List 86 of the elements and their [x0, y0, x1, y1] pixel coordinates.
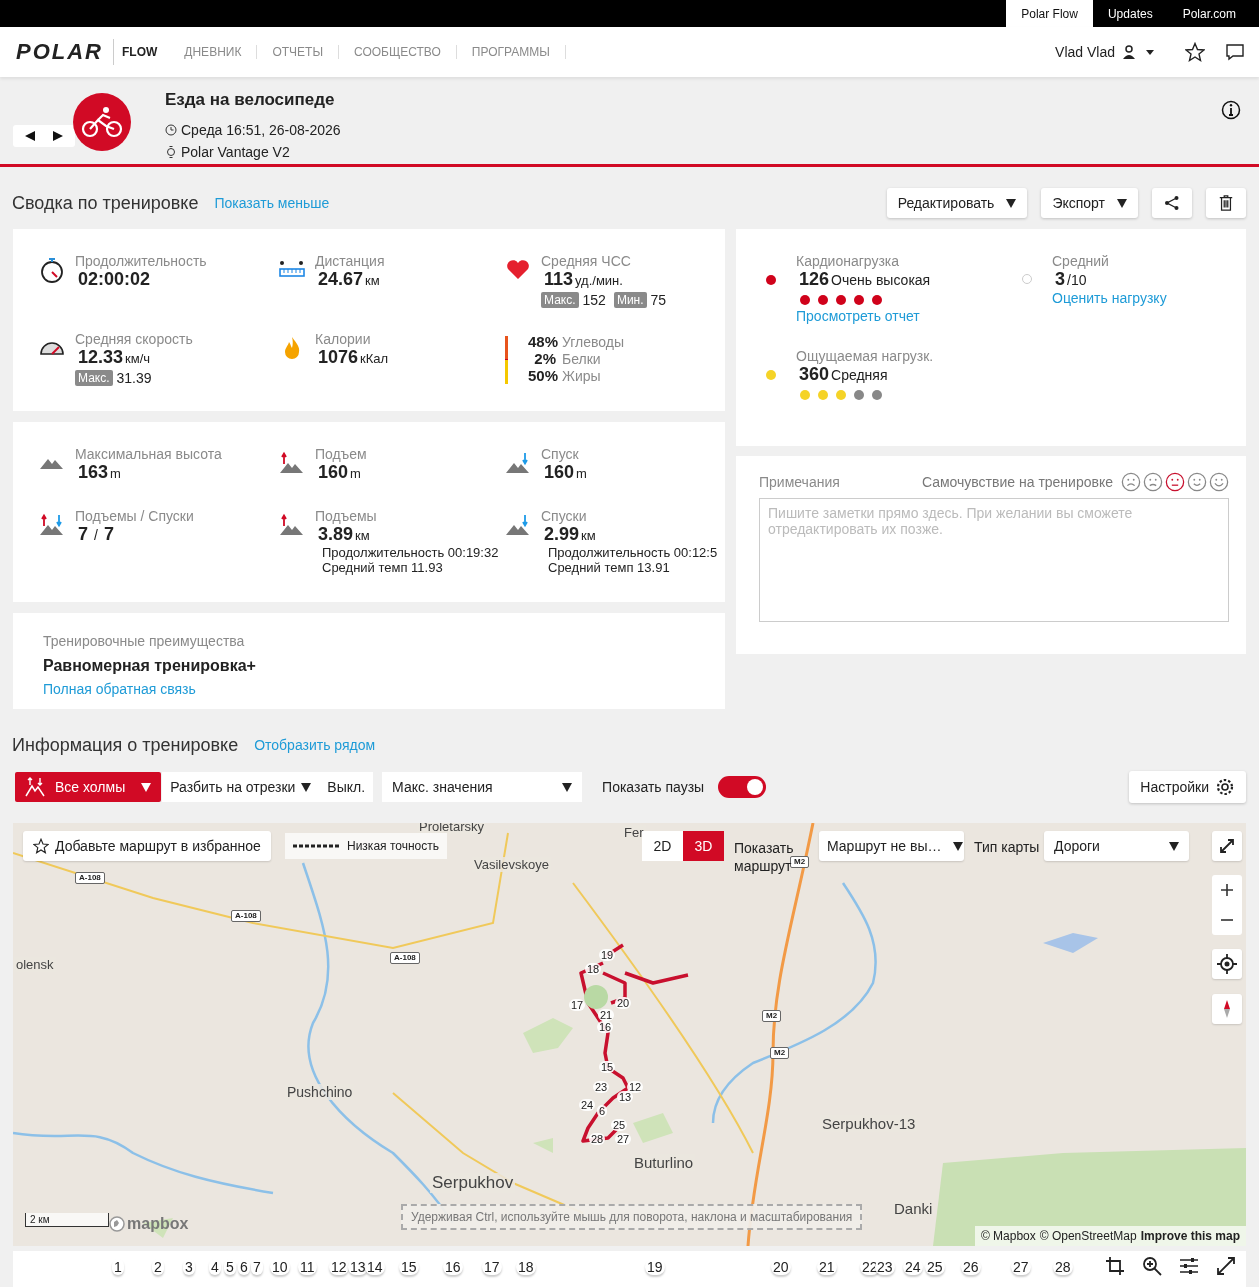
- stat-label: Спуски: [541, 508, 588, 524]
- stat-value: 7 / 7: [78, 524, 115, 545]
- stat-label: Продолжительность: [75, 253, 207, 269]
- stat-label: Средняя ЧСС: [541, 253, 632, 269]
- stat-value: 2.99 км: [544, 524, 597, 545]
- route-marker: 27: [615, 1133, 632, 1145]
- route-marker: 20: [615, 997, 632, 1009]
- stat-value: 1076 кКал: [318, 347, 389, 368]
- device-name: Polar Vantage V2: [181, 144, 290, 160]
- map-place-label: Serpukhov: [430, 1173, 516, 1193]
- map-place-label: Danki: [892, 1200, 935, 1217]
- route-marker: 18: [585, 963, 602, 975]
- stat-label: Подъемы / Спуски: [75, 508, 194, 524]
- energy-source-label: Жиры: [562, 368, 601, 384]
- map-place-label: Pushchino: [285, 1084, 355, 1100]
- accuracy-label: Низкая точность: [347, 839, 439, 853]
- load-value: 360Средняя: [799, 364, 889, 385]
- map-scale: 2 км: [25, 1213, 109, 1227]
- route-marker: 25: [611, 1119, 628, 1131]
- load-label: Ощущаемая нагрузк.: [796, 348, 934, 364]
- stat-label: Подъем: [315, 446, 367, 462]
- stat-value: 3.89 км: [318, 524, 371, 545]
- route-marker: 24: [579, 1099, 596, 1111]
- stat-value: 113уд./мин.: [544, 269, 624, 290]
- section-title: Сводка по тренировке: [12, 192, 199, 214]
- extra-value: 152: [582, 292, 606, 308]
- energy-percent: 2%: [533, 350, 556, 367]
- route-marker: 6: [597, 1105, 608, 1117]
- stat-detail: Средний темп 13.91: [548, 560, 671, 575]
- energy-percent: 48%: [528, 333, 556, 350]
- pauses-label: Показать паузы: [602, 779, 705, 795]
- route-marker: 16: [597, 1021, 614, 1033]
- tag-label: Мин.: [613, 292, 647, 308]
- stat-label: Спуск: [541, 446, 580, 462]
- route-marker: 21: [598, 1009, 615, 1021]
- feeling-label: Самочувствие на тренировке: [921, 474, 1113, 490]
- route-marker: 17: [569, 999, 586, 1011]
- benefit-value: Равномерная тренировка+: [43, 657, 257, 675]
- section-title: Информация о тренировке: [12, 734, 239, 756]
- route-marker: 28: [589, 1133, 606, 1145]
- energy-source-label: Белки: [562, 351, 601, 367]
- stat-label: Подъемы: [315, 508, 378, 524]
- map-place-label: Buturlino: [632, 1154, 696, 1171]
- activity-title: Езда на велосипеде: [165, 90, 336, 110]
- load-value: 126Очень высокая: [799, 269, 931, 290]
- map-type-label: Тип карты: [974, 839, 1040, 855]
- stat-value: 02:00:02: [78, 269, 152, 290]
- stat-label: Средняя скорость: [75, 331, 193, 347]
- route-marker: 19: [599, 949, 616, 961]
- road-sign: A-108: [75, 872, 105, 884]
- extra-value: 75: [650, 292, 667, 308]
- load-value: 3/10: [1055, 269, 1088, 290]
- extra-value: 31.39: [116, 370, 152, 386]
- stat-value: 160 m: [544, 462, 587, 483]
- stat-detail: Продолжительность 00:12:5: [548, 545, 718, 560]
- route-marker: 12: [627, 1081, 644, 1093]
- energy-percent: 50%: [528, 367, 556, 384]
- stat-detail: Продолжительность 00:19:32: [322, 545, 499, 560]
- stat-value: 24.67 км: [318, 269, 381, 290]
- route-marker: 23: [593, 1081, 610, 1093]
- stat-detail: Средний темп 11.93: [322, 560, 444, 575]
- route-marker: 13: [617, 1091, 634, 1103]
- load-label: Кардионагрузка: [796, 253, 901, 269]
- stat-value: 160 m: [318, 462, 362, 483]
- map-place-label: Vasilevskoye: [472, 857, 551, 872]
- energy-source-label: Углеводы: [562, 334, 624, 350]
- map-place-label: olensk: [14, 957, 56, 972]
- road-sign: M2: [790, 856, 810, 868]
- map-hint: Удерживая Ctrl, используйте мышь для поворота, наклона и масштабирования: [401, 1204, 863, 1230]
- load-label: Средний: [1052, 253, 1110, 269]
- stat-value: 12.33 км/ч: [78, 347, 152, 368]
- notes-label: Примечания: [759, 474, 840, 490]
- map-place-label: Serpukhov-13: [820, 1115, 918, 1132]
- road-sign: M2: [762, 1010, 782, 1022]
- stat-label: Калории: [315, 331, 372, 347]
- tag-label: Макс.: [541, 292, 579, 308]
- road-sign: M2: [770, 1047, 790, 1059]
- stat-value: 163 m: [78, 462, 122, 483]
- route-marker: 15: [599, 1061, 616, 1073]
- tag-label: Макс.: [75, 370, 113, 386]
- stat-label: Дистанция: [315, 253, 385, 269]
- stat-label: Максимальная высота: [75, 446, 222, 462]
- road-sign: A-108: [390, 952, 420, 964]
- road-sign: A-108: [231, 910, 261, 922]
- benefit-label: Тренировочные преимущества: [43, 633, 246, 649]
- activity-datetime: Среда 16:51, 26-08-2026: [181, 122, 341, 138]
